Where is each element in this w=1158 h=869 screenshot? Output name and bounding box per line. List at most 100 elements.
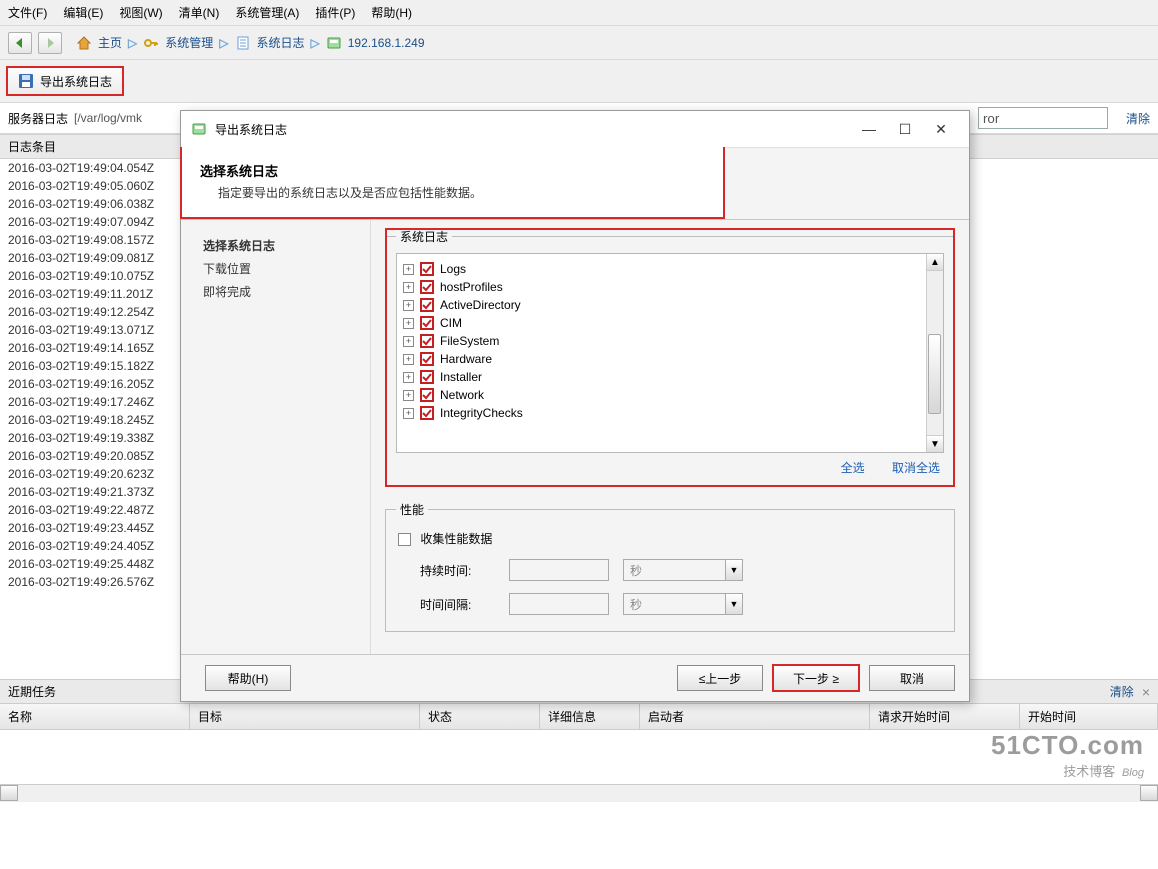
- menu-edit[interactable]: 编辑(E): [63, 4, 103, 21]
- help-button[interactable]: 帮助(H): [205, 665, 291, 691]
- crumb-admin[interactable]: 系统管理: [165, 34, 213, 51]
- checkbox[interactable]: [420, 352, 434, 366]
- expand-icon[interactable]: +: [403, 318, 414, 329]
- col-start[interactable]: 开始时间: [1020, 704, 1158, 729]
- tree-item[interactable]: +Hardware: [401, 350, 939, 368]
- dialog-footer: 帮助(H) ≤上一步 下一步 ≥ 取消: [181, 654, 969, 701]
- scroll-down-icon[interactable]: ▼: [927, 435, 943, 452]
- cancel-button[interactable]: 取消: [869, 665, 955, 691]
- filter-input[interactable]: [978, 107, 1108, 129]
- checkbox[interactable]: [420, 334, 434, 348]
- col-name[interactable]: 名称: [0, 704, 190, 729]
- deselect-all-link[interactable]: 取消全选: [892, 461, 940, 475]
- watermark-logo: 51CTO.com: [991, 730, 1144, 761]
- checkbox[interactable]: [420, 388, 434, 402]
- menu-file[interactable]: 文件(F): [8, 4, 47, 21]
- chevron-down-icon[interactable]: ▼: [725, 594, 742, 614]
- host-icon: [326, 35, 342, 51]
- menu-help[interactable]: 帮助(H): [371, 4, 412, 21]
- crumb-home[interactable]: 主页: [98, 34, 122, 51]
- collect-perf-checkbox[interactable]: [398, 533, 411, 546]
- tree-item[interactable]: +CIM: [401, 314, 939, 332]
- prev-button[interactable]: ≤上一步: [677, 665, 763, 691]
- step-ready[interactable]: 即将完成: [203, 280, 370, 303]
- expand-icon[interactable]: +: [403, 336, 414, 347]
- dialog-titlebar[interactable]: 导出系统日志 — ☐ ✕: [181, 111, 969, 148]
- scroll-left-icon[interactable]: [0, 785, 18, 801]
- duration-unit-combo[interactable]: 秒 ▼: [623, 559, 743, 581]
- watermark-blog: Blog: [1122, 767, 1144, 779]
- duration-unit-label: 秒: [624, 562, 725, 579]
- menu-plugins[interactable]: 插件(P): [315, 4, 355, 21]
- collect-perf-label: 收集性能数据: [420, 532, 492, 546]
- duration-label: 持续时间:: [420, 562, 495, 579]
- menu-inventory[interactable]: 清单(N): [179, 4, 220, 21]
- expand-icon[interactable]: +: [403, 390, 414, 401]
- export-dialog: 导出系统日志 — ☐ ✕ 选择系统日志 指定要导出的系统日志以及是否应包括性能数…: [180, 110, 970, 702]
- scroll-thumb[interactable]: [928, 334, 941, 414]
- step-select-logs[interactable]: 选择系统日志: [203, 234, 370, 257]
- tree-item[interactable]: +Installer: [401, 368, 939, 386]
- nav-back-button[interactable]: [8, 32, 32, 54]
- col-target[interactable]: 目标: [190, 704, 420, 729]
- col-initiator[interactable]: 启动者: [640, 704, 870, 729]
- nav-forward-button[interactable]: [38, 32, 62, 54]
- breadcrumb: 主页 ▷ 系统管理 ▷ 系统日志 ▷ 192.168.1.249: [76, 34, 425, 51]
- syslog-tree[interactable]: +Logs+hostProfiles+ActiveDirectory+CIM+F…: [396, 253, 944, 453]
- col-reqtime[interactable]: 请求开始时间: [870, 704, 1020, 729]
- checkbox[interactable]: [420, 280, 434, 294]
- tree-item[interactable]: +FileSystem: [401, 332, 939, 350]
- duration-spinner[interactable]: ▲▼: [509, 559, 609, 581]
- tree-item[interactable]: + IntegrityChecks: [401, 404, 939, 422]
- server-log-path: [/var/log/vmk: [74, 111, 142, 125]
- tree-item[interactable]: +Logs: [401, 260, 939, 278]
- dialog-title: 导出系统日志: [215, 121, 851, 138]
- crumb-ip[interactable]: 192.168.1.249: [348, 36, 425, 50]
- select-all-link[interactable]: 全选: [841, 461, 865, 475]
- clear-filter-link[interactable]: 清除: [1126, 110, 1150, 127]
- menu-view[interactable]: 视图(W): [119, 4, 162, 21]
- tree-item[interactable]: + ActiveDirectory: [401, 296, 939, 314]
- menu-admin[interactable]: 系统管理(A): [235, 4, 299, 21]
- tree-item[interactable]: +hostProfiles: [401, 278, 939, 296]
- horizontal-scrollbar[interactable]: [0, 784, 1158, 802]
- expand-icon[interactable]: +: [403, 282, 414, 293]
- checkbox[interactable]: [420, 406, 434, 420]
- export-syslog-label: 导出系统日志: [40, 73, 112, 90]
- chevron-down-icon[interactable]: ▼: [725, 560, 742, 580]
- interval-spinner[interactable]: ▲▼: [509, 593, 609, 615]
- col-status[interactable]: 状态: [420, 704, 540, 729]
- expand-icon[interactable]: +: [403, 264, 414, 275]
- home-icon[interactable]: [76, 35, 92, 51]
- scroll-right-icon[interactable]: [1140, 785, 1158, 801]
- expand-icon[interactable]: +: [403, 408, 414, 419]
- tree-item[interactable]: +Network: [401, 386, 939, 404]
- expand-icon[interactable]: +: [403, 372, 414, 383]
- interval-unit-combo[interactable]: 秒 ▼: [623, 593, 743, 615]
- col-detail[interactable]: 详细信息: [540, 704, 640, 729]
- expand-icon[interactable]: +: [403, 354, 414, 365]
- minimize-button[interactable]: —: [851, 117, 887, 141]
- export-syslog-button[interactable]: 导出系统日志: [6, 66, 124, 96]
- tasks-clear-link[interactable]: 清除: [1110, 683, 1134, 700]
- step-download-location[interactable]: 下载位置: [203, 257, 370, 280]
- tasks-close-icon[interactable]: ×: [1142, 684, 1150, 700]
- crumb-syslog[interactable]: 系统日志: [257, 34, 305, 51]
- scroll-up-icon[interactable]: ▲: [927, 254, 943, 271]
- tree-item-label: ActiveDirectory: [440, 298, 521, 312]
- tasks-body: [0, 730, 1158, 784]
- syslog-group-legend: 系统日志: [396, 228, 452, 245]
- close-button[interactable]: ✕: [923, 117, 959, 141]
- perf-group: 性能 收集性能数据 持续时间: ▲▼ 秒 ▼: [385, 501, 955, 632]
- checkbox[interactable]: [420, 298, 434, 312]
- interval-label: 时间间隔:: [420, 596, 495, 613]
- tree-scrollbar[interactable]: ▲ ▼: [926, 254, 943, 452]
- next-button[interactable]: 下一步 ≥: [773, 665, 859, 691]
- tree-item-label: IntegrityChecks: [440, 406, 523, 420]
- maximize-button[interactable]: ☐: [887, 117, 923, 141]
- checkbox[interactable]: [420, 316, 434, 330]
- expand-icon[interactable]: +: [403, 300, 414, 311]
- dialog-header-title: 选择系统日志: [200, 161, 705, 180]
- checkbox[interactable]: [420, 262, 434, 276]
- checkbox[interactable]: [420, 370, 434, 384]
